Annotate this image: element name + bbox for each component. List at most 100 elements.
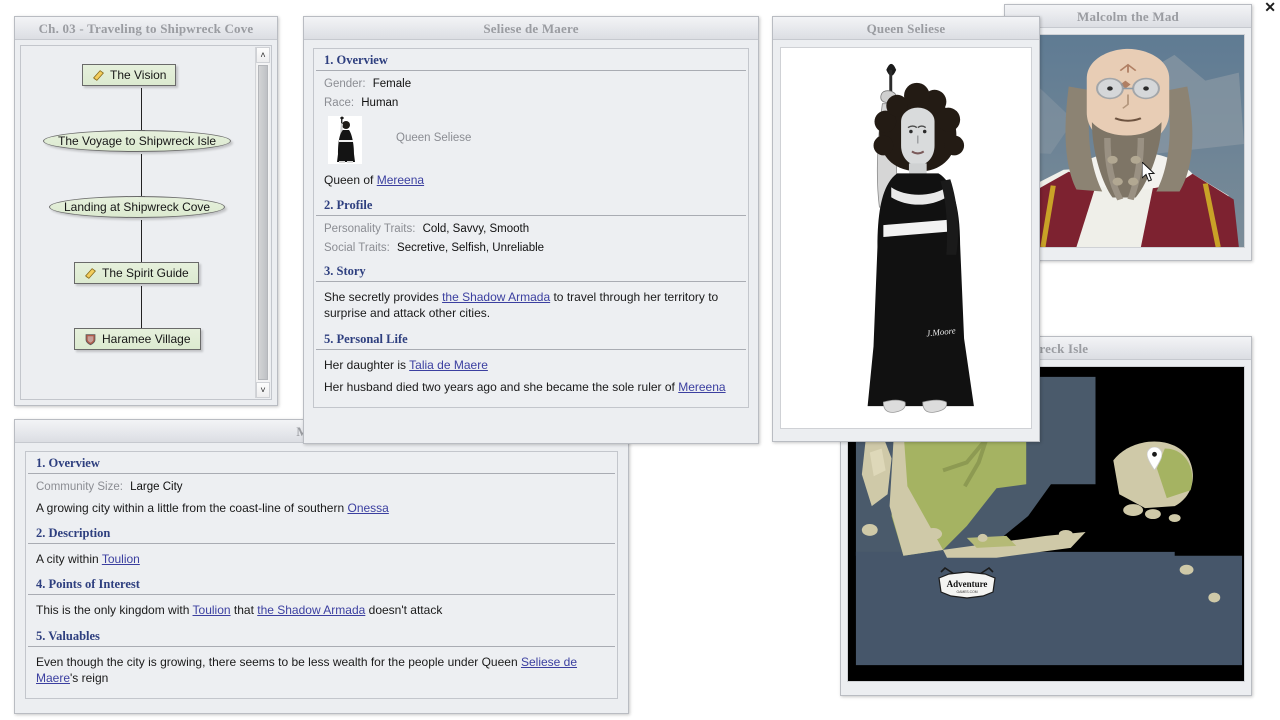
- link-toulion[interactable]: Toulion: [193, 603, 231, 617]
- character-story-text: She secretly provides the Shadow Armada …: [324, 289, 738, 321]
- poi-text-3: doesn't attack: [365, 603, 443, 618]
- character-panel-title: Seliese de Maere: [304, 17, 758, 40]
- shield-icon: [84, 333, 97, 346]
- gender-label: Gender:: [324, 78, 366, 90]
- svg-text:GAMES.COM: GAMES.COM: [957, 590, 978, 594]
- malcolm-portrait-illustration: [1012, 35, 1244, 247]
- gender-value: Female: [372, 78, 412, 90]
- flowchart-canvas: The Vision The Voyage to Shipwreck Isle …: [20, 45, 272, 400]
- app-root: ✕ Ch. 03 - Traveling to Shipwreck Cove T…: [0, 0, 1280, 720]
- flow-node-haramee-village[interactable]: Haramee Village: [74, 328, 201, 350]
- flow-node-the-voyage-to-shipwreck-isle[interactable]: The Voyage to Shipwreck Isle: [43, 130, 232, 152]
- queen-seliese-portrait[interactable]: J.Moore: [780, 47, 1032, 429]
- queen-panel-title: Queen Seliese: [773, 17, 1039, 40]
- character-title-prefix: Queen of: [324, 173, 377, 187]
- link-the-shadow-armada[interactable]: the Shadow Armada: [257, 603, 365, 617]
- character-thumbnail-row: Queen Seliese: [328, 116, 738, 164]
- link-mereena[interactable]: Mereena: [377, 173, 424, 187]
- community-size-value: Large City: [130, 481, 183, 493]
- link-the-shadow-armada[interactable]: the Shadow Armada: [442, 290, 550, 304]
- character-article-panel: Seliese de Maere 1. Overview Gender: Fem…: [303, 16, 759, 444]
- character-section-heading: 3. Story: [316, 260, 746, 283]
- personal-life-1-prefix: Her daughter is: [324, 357, 410, 372]
- city-section-heading: 2. Description: [28, 522, 615, 545]
- malcolm-panel-title: Malcolm the Mad: [1005, 5, 1251, 28]
- character-section-heading: 1. Overview: [316, 49, 746, 71]
- queen-portrait-illustration: J.Moore: [781, 48, 1031, 428]
- scroll-icon: [92, 69, 105, 82]
- flow-connector: [141, 88, 142, 133]
- character-thumbnail[interactable]: [328, 116, 362, 164]
- personality-traits-value: Cold, Savvy, Smooth: [422, 223, 530, 236]
- valuables-text-1: Even though the city is growing, there s…: [36, 654, 521, 669]
- scroll-icon: [84, 267, 97, 280]
- personality-traits-label: Personality Traits:: [324, 223, 416, 236]
- personality-traits-row: Personality Traits: Cold, Savvy, Smooth: [324, 223, 738, 235]
- story-text-1: She secretly provides: [324, 290, 443, 305]
- character-story-section: She secretly provides the Shadow Armada …: [314, 282, 748, 327]
- link-onessa[interactable]: Onessa: [347, 501, 388, 515]
- flow-connector: [141, 220, 142, 264]
- flow-node-the-vision[interactable]: The Vision: [82, 64, 177, 86]
- flow-node-label: The Voyage to Shipwreck Isle: [58, 134, 217, 148]
- character-thumbnail-caption: Queen Seliese: [396, 132, 472, 144]
- map-watermark: Adventure GAMES.COM: [935, 562, 999, 607]
- chapter-panel-title: Ch. 03 - Traveling to Shipwreck Cove: [15, 17, 277, 40]
- city-article-body: 1. Overview Community Size: Large City A…: [25, 451, 618, 699]
- city-description-text: A city within Toulion: [36, 551, 607, 567]
- queen-image-panel: Queen Seliese J.Moore: [772, 16, 1040, 442]
- city-valuables-section: Even though the city is growing, there s…: [26, 647, 617, 692]
- race-label: Race:: [324, 97, 355, 109]
- city-overview-section: Community Size: Large City A growing cit…: [26, 474, 617, 522]
- city-section-heading: 4. Points of Interest: [28, 573, 615, 596]
- social-traits-value: Secretive, Selfish, Unreliable: [397, 242, 545, 255]
- flow-node-label: Haramee Village: [102, 332, 191, 346]
- valuables-text-2: 's reign: [70, 670, 109, 685]
- queen-thumb-illustration: [328, 116, 362, 164]
- malcolm-portrait[interactable]: [1011, 34, 1245, 248]
- flowchart-vertical-scrollbar[interactable]: ˄ ˅: [255, 47, 270, 398]
- character-overview-section: Gender: Female Race: Human Queen Seliese…: [314, 71, 748, 194]
- city-valuables-text: Even though the city is growing, there s…: [36, 654, 607, 686]
- link-toulion[interactable]: Toulion: [102, 552, 140, 566]
- link-mereena[interactable]: Mereena: [678, 380, 725, 394]
- character-title-line: Queen of Mereena: [324, 172, 738, 188]
- social-traits-row: Social Traits: Secretive, Selfish, Unrel…: [324, 242, 738, 254]
- scrollbar-thumb[interactable]: [258, 65, 268, 380]
- flow-node-landing-at-shipwreck-cove[interactable]: Landing at Shipwreck Cove: [49, 196, 226, 218]
- character-section-heading: 2. Profile: [316, 194, 746, 217]
- city-points-of-interest-section: This is the only kingdom with Toulion th…: [26, 595, 617, 624]
- poi-text-2: that: [230, 603, 258, 618]
- flow-connector: [141, 286, 142, 330]
- social-traits-label: Social Traits:: [324, 242, 390, 255]
- city-poi-text: This is the only kingdom with Toulion th…: [36, 602, 607, 618]
- city-article-panel: Mereena 1. Overview Community Size: Larg…: [14, 419, 629, 714]
- link-talia-de-maere[interactable]: Talia de Maere: [409, 358, 488, 372]
- scroll-up-icon[interactable]: ˄: [256, 47, 270, 63]
- character-profile-section: Personality Traits: Cold, Savvy, Smooth …: [314, 216, 748, 260]
- personal-life-line-1: Her daughter is Talia de Maere: [324, 357, 738, 373]
- city-description-section: A city within Toulion: [26, 544, 617, 573]
- gender-row: Gender: Female: [324, 78, 738, 90]
- poi-text-1: This is the only kingdom with: [36, 603, 193, 618]
- city-description-prefix: A city within: [36, 552, 102, 567]
- flow-node-label: The Vision: [110, 68, 167, 82]
- city-overview-text: A growing city within a little from the …: [36, 500, 607, 516]
- scroll-down-icon[interactable]: ˅: [256, 382, 270, 398]
- character-personal-life-section: Her daughter is Talia de Maere Her husba…: [314, 350, 748, 401]
- character-section-heading: 5. Personal Life: [316, 328, 746, 350]
- svg-text:Adventure: Adventure: [947, 579, 988, 589]
- city-section-heading: 1. Overview: [28, 452, 615, 474]
- character-article-body: 1. Overview Gender: Female Race: Human Q…: [313, 48, 749, 408]
- flow-node-the-spirit-guide[interactable]: The Spirit Guide: [74, 262, 199, 284]
- race-row: Race: Human: [324, 97, 738, 109]
- flow-connector: [141, 154, 142, 198]
- close-icon[interactable]: ✕: [1264, 2, 1276, 16]
- flow-node-label: The Spirit Guide: [102, 266, 189, 280]
- personal-life-line-2: Her husband died two years ago and she b…: [324, 379, 738, 395]
- personal-life-2-prefix: Her husband died two years ago and she b…: [324, 379, 679, 394]
- map-marker-white[interactable]: [1146, 446, 1163, 475]
- chapter-flowchart-panel: Ch. 03 - Traveling to Shipwreck Cove The…: [14, 16, 278, 406]
- city-overview-text-prefix: A growing city within a little from the …: [36, 501, 348, 515]
- city-section-heading: 5. Valuables: [28, 625, 615, 647]
